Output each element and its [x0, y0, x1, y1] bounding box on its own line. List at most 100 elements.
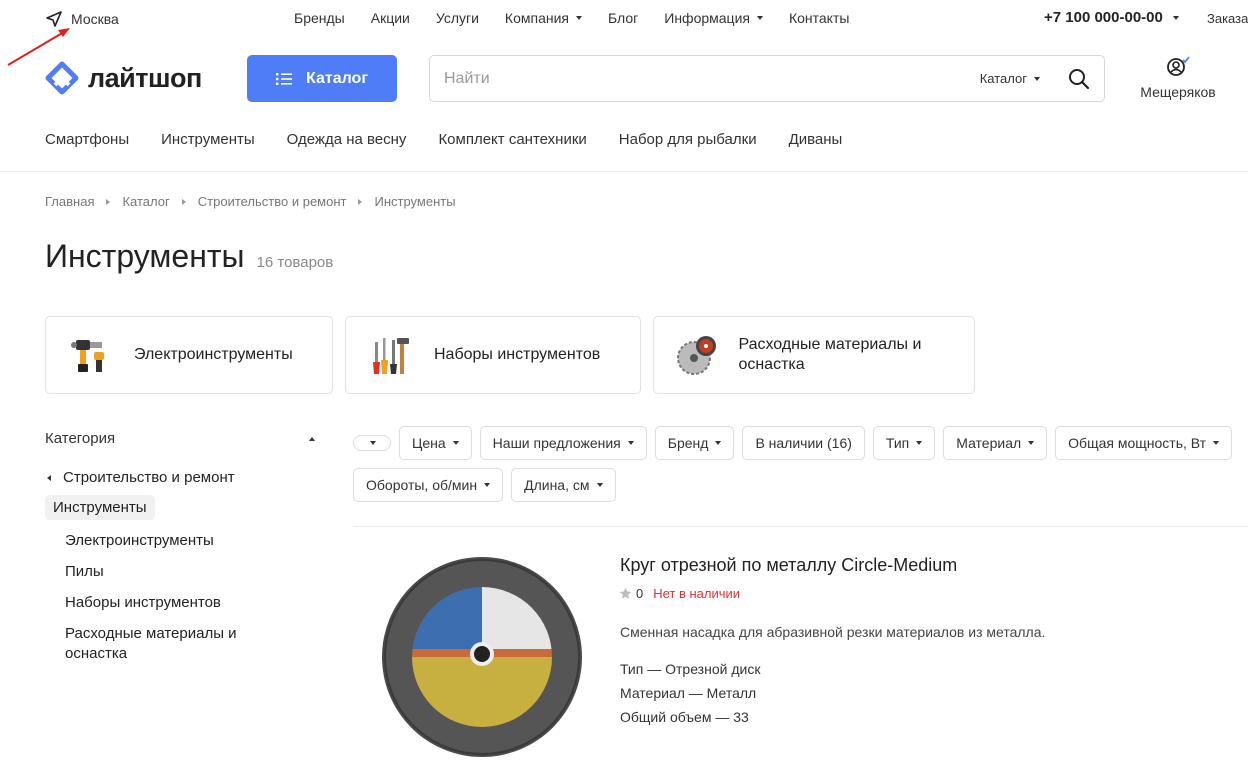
category-card-label: Наборы инструментов — [434, 346, 601, 363]
product-meta: 0 Нет в наличии — [619, 586, 740, 601]
breadcrumb-item[interactable]: Каталог — [122, 194, 169, 209]
search-category-select[interactable]: Каталог — [980, 71, 1040, 86]
chevron-down-icon — [1028, 441, 1035, 445]
saw-blade-icon — [677, 336, 717, 375]
breadcrumb-item[interactable]: Строительство и ремонт — [198, 194, 347, 209]
chevron-down-icon — [916, 441, 923, 445]
sidebar-parent-link[interactable]: Строительство и ремонт — [45, 469, 320, 486]
power-tools-icon — [71, 340, 104, 372]
city-label: Москва — [71, 11, 119, 27]
quick-nav: Смартфоны Инструменты Одежда на весну Ко… — [45, 131, 874, 148]
chevron-down-icon — [596, 483, 603, 487]
filter-chip-price[interactable]: Цена — [399, 426, 472, 460]
user-icon — [1167, 56, 1190, 76]
product-count: 16 товаров — [256, 254, 334, 271]
sidebar-item[interactable]: Пилы — [45, 562, 320, 582]
breadcrumb-current: Инструменты — [374, 194, 456, 209]
quicknav-item[interactable]: Комплект сантехники — [438, 131, 586, 148]
chevron-down-icon — [1172, 15, 1179, 20]
topnav-services[interactable]: Услуги — [436, 10, 479, 26]
quicknav-item[interactable]: Инструменты — [161, 131, 255, 148]
category-sidebar: Категория Строительство и ремонт Инструм… — [45, 430, 320, 664]
user-account[interactable]: Мещеряков — [1136, 56, 1220, 100]
search-button[interactable] — [1068, 68, 1090, 90]
catalog-button[interactable]: Каталог — [247, 55, 397, 102]
sidebar-item[interactable]: Электроинструменты — [45, 531, 320, 551]
sidebar-header[interactable]: Категория — [45, 430, 320, 447]
product-title[interactable]: Круг отрезной по металлу Circle-Medium — [620, 555, 957, 576]
logo[interactable]: лайтшоп — [44, 60, 202, 96]
chevron-down-icon — [627, 441, 634, 445]
sidebar-heading: Категория — [45, 430, 116, 447]
filters-divider — [353, 526, 1248, 527]
chevron-down-icon — [452, 441, 459, 445]
sidebar-item[interactable]: Расходные материалы и оснастка — [45, 624, 275, 664]
chevron-down-icon — [484, 483, 491, 487]
stock-status: Нет в наличии — [653, 586, 741, 601]
star-icon — [619, 587, 632, 599]
filter-chip-offers[interactable]: Наши предложения — [479, 426, 647, 460]
chevron-right-icon — [358, 198, 363, 205]
category-cards: Электроинструменты Наборы инструментов Р… — [45, 316, 975, 394]
order-link[interactable]: Заказа — [1207, 11, 1248, 26]
topnav-promos[interactable]: Акции — [371, 10, 410, 26]
filter-bar: Цена Наши предложения Бренд В наличии (1… — [353, 426, 1248, 502]
topnav-brands[interactable]: Бренды — [294, 10, 345, 26]
category-card-power-tools[interactable]: Электроинструменты — [45, 316, 333, 394]
filter-chip-in-stock[interactable]: В наличии (16) — [742, 426, 865, 460]
chevron-right-icon — [106, 198, 111, 205]
filter-chip-length[interactable]: Длина, см — [511, 468, 616, 502]
sidebar-item[interactable]: Наборы инструментов — [45, 593, 320, 613]
quicknav-item[interactable]: Смартфоны — [45, 131, 129, 148]
topnav-blog[interactable]: Блог — [608, 10, 638, 26]
search-input[interactable] — [430, 69, 980, 88]
chevron-down-icon — [1213, 441, 1220, 445]
user-name: Мещеряков — [1140, 84, 1216, 100]
chevron-down-icon — [715, 441, 722, 445]
topnav-company[interactable]: Компания — [505, 10, 582, 26]
chevron-right-icon — [181, 198, 186, 205]
product-property: Материал — Металл — [620, 685, 757, 701]
sidebar-item-active[interactable]: Инструменты — [45, 495, 155, 520]
rating-value: 0 — [636, 586, 644, 601]
chevron-down-icon — [576, 16, 582, 20]
chevron-down-icon — [1034, 76, 1040, 81]
breadcrumb: Главная Каталог Строительство и ремонт И… — [45, 194, 456, 209]
catalog-button-label: Каталог — [306, 69, 368, 87]
phone-dropdown[interactable]: +7 100 000-00-00 — [1044, 9, 1179, 26]
search-bar: Каталог — [429, 55, 1105, 102]
quicknav-item[interactable]: Одежда на весну — [287, 131, 407, 148]
breadcrumb-item[interactable]: Главная — [45, 194, 94, 209]
logo-icon — [45, 61, 79, 95]
chevron-left-icon — [47, 474, 51, 481]
quicknav-item[interactable]: Диваны — [789, 131, 843, 148]
filter-chip-brand[interactable]: Бренд — [654, 426, 735, 460]
city-selector[interactable]: Москва — [45, 10, 119, 28]
logo-text: лайтшоп — [88, 62, 202, 93]
topnav-info[interactable]: Информация — [664, 10, 763, 26]
top-nav: Бренды Акции Услуги Компания Блог Информ… — [294, 10, 875, 26]
filter-chip-rpm[interactable]: Обороты, об/мин — [353, 468, 504, 502]
sort-dropdown[interactable] — [353, 435, 391, 451]
product-description: Сменная насадка для абразивной резки мат… — [620, 624, 1046, 640]
search-icon — [1069, 68, 1090, 89]
topnav-contacts[interactable]: Контакты — [789, 10, 849, 26]
product-properties: Тип — Отрезной диск Материал — Металл Об… — [620, 657, 760, 729]
chevron-up-icon — [309, 436, 315, 441]
filter-chip-power[interactable]: Общая мощность, Вт — [1055, 426, 1233, 460]
phone-number: +7 100 000-00-00 — [1044, 9, 1163, 26]
product-property: Общий объем — 33 — [620, 709, 749, 725]
product-property: Тип — Отрезной диск — [620, 661, 761, 677]
category-card-toolsets[interactable]: Наборы инструментов — [345, 316, 641, 394]
filter-chip-material[interactable]: Материал — [943, 426, 1048, 460]
sidebar-parent-label: Строительство и ремонт — [63, 469, 235, 486]
category-card-consumables[interactable]: Расходные материалы и оснастка — [653, 316, 975, 394]
product-image[interactable] — [382, 557, 582, 762]
page-heading: Инструменты — [45, 238, 245, 274]
category-card-label: Расходные материалы и оснастка — [738, 336, 922, 373]
header-divider — [0, 171, 1248, 172]
quicknav-item[interactable]: Набор для рыбалки — [619, 131, 757, 148]
filter-chip-type[interactable]: Тип — [872, 426, 936, 460]
location-arrow-icon — [46, 11, 62, 27]
chevron-down-icon — [370, 441, 376, 445]
